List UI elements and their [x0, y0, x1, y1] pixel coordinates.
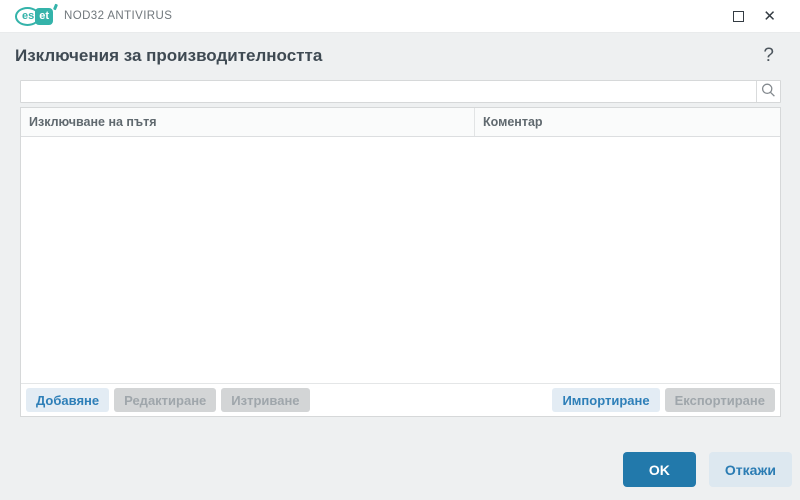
search-icon [760, 82, 777, 102]
eset-logo-et: et [35, 7, 54, 25]
exclusions-panel: Изключване на пътя Коментар Добавяне Ред… [20, 107, 781, 417]
dialog-footer: OK Откажи [0, 452, 800, 487]
page-header: Изключения за производителността ? [0, 33, 800, 80]
close-button[interactable]: ✕ [763, 9, 776, 24]
help-icon: ? [763, 45, 774, 66]
toolbar: Добавяне Редактиране Изтриване Импортира… [21, 383, 780, 416]
delete-button[interactable]: Изтриване [221, 388, 310, 412]
column-header-comment[interactable]: Коментар [475, 108, 780, 136]
window-controls: ✕ [733, 9, 776, 24]
eset-logo-tick [53, 3, 59, 10]
help-button[interactable]: ? [763, 46, 774, 66]
window: es et NOD32 ANTIVIRUS ✕ Изключения за про… [0, 0, 800, 487]
add-button[interactable]: Добавяне [26, 388, 110, 412]
edit-button[interactable]: Редактиране [114, 388, 217, 412]
eset-logo: es et [15, 3, 59, 26]
table-body[interactable] [21, 137, 780, 383]
import-button[interactable]: Импортиране [552, 388, 660, 412]
close-icon: ✕ [763, 7, 776, 25]
export-button[interactable]: Експортиране [664, 388, 775, 412]
ok-button[interactable]: OK [622, 452, 696, 487]
page-title: Изключения за производителността [15, 46, 323, 65]
cancel-button[interactable]: Откажи [708, 452, 792, 487]
brand-text: NOD32 ANTIVIRUS [64, 10, 173, 22]
table-header: Изключване на пътя Коментар [21, 108, 780, 137]
search-bar [20, 80, 781, 103]
maximize-button[interactable] [733, 10, 745, 22]
column-header-path[interactable]: Изключване на пътя [21, 108, 475, 136]
search-button[interactable] [756, 81, 780, 102]
titlebar: es et NOD32 ANTIVIRUS ✕ [0, 0, 800, 33]
search-input[interactable] [21, 81, 756, 102]
